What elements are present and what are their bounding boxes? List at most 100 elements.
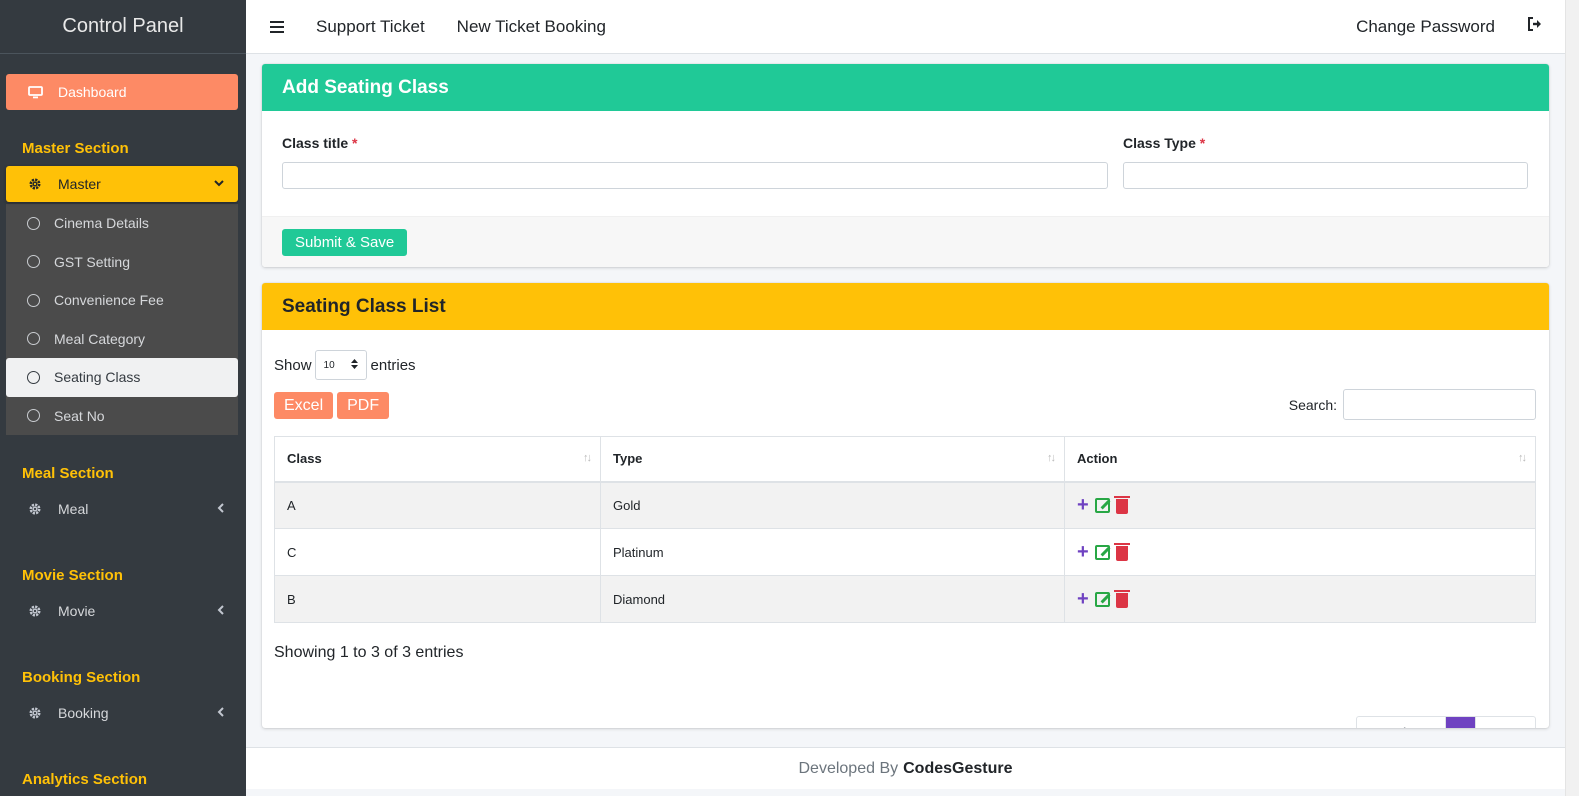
sidebar-item-cinema-details[interactable]: Cinema Details bbox=[6, 204, 238, 243]
plus-icon[interactable]: + bbox=[1077, 589, 1089, 609]
table-row: A Gold + bbox=[274, 481, 1536, 529]
sidebar-item-label: Movie bbox=[58, 603, 96, 619]
gear-icon bbox=[26, 706, 44, 720]
column-header-label: Type bbox=[613, 451, 643, 467]
section-heading-meal: Meal Section bbox=[22, 465, 114, 482]
monitor-icon bbox=[26, 85, 44, 99]
pagination: Previous 1 Next bbox=[1355, 716, 1536, 728]
trash-icon[interactable] bbox=[1113, 542, 1130, 561]
plus-icon[interactable]: + bbox=[1077, 495, 1089, 515]
row-actions: + bbox=[1077, 589, 1523, 609]
class-type-input[interactable] bbox=[1123, 162, 1528, 189]
sidebar-item-label: Meal bbox=[58, 501, 89, 517]
class-title-label: Class title * bbox=[282, 135, 1108, 151]
previous-page-button[interactable]: Previous bbox=[1357, 717, 1447, 728]
sort-icon: ↑↓ bbox=[1518, 452, 1527, 464]
section-heading-analytics: Analytics Section bbox=[22, 771, 148, 788]
circle-icon bbox=[27, 409, 40, 423]
sort-icon: ↑↓ bbox=[583, 452, 592, 464]
hamburger-menu-icon[interactable] bbox=[270, 20, 284, 33]
table-search: Search: bbox=[1289, 389, 1536, 420]
change-password-link[interactable]: Change Password bbox=[1356, 17, 1495, 37]
column-header-type[interactable]: Type ↑↓ bbox=[600, 436, 1065, 483]
form-footer: Submit & Save bbox=[262, 216, 1549, 267]
sidebar-nav: Dashboard Master Section Master Cinema D… bbox=[0, 54, 246, 788]
column-header-action[interactable]: Action ↑↓ bbox=[1064, 436, 1536, 483]
class-type-group: Class Type * bbox=[1123, 135, 1528, 189]
sidebar-item-label: Master bbox=[58, 176, 101, 192]
circle-icon bbox=[27, 255, 40, 269]
sidebar-item-label: Meal Category bbox=[54, 330, 146, 347]
chevron-left-icon bbox=[217, 502, 224, 516]
sidebar-item-meal-category[interactable]: Meal Category bbox=[6, 320, 238, 359]
pdf-export-button[interactable]: PDF bbox=[337, 392, 390, 419]
sidebar-item-booking[interactable]: Booking bbox=[6, 695, 238, 731]
search-input[interactable] bbox=[1343, 389, 1536, 420]
entries-label: entries bbox=[370, 356, 416, 374]
circle-icon bbox=[27, 293, 40, 307]
edit-icon[interactable] bbox=[1094, 497, 1110, 513]
new-ticket-booking-link[interactable]: New Ticket Booking bbox=[457, 17, 606, 37]
next-page-button[interactable]: Next bbox=[1475, 717, 1535, 728]
seating-class-list-title: Seating Class List bbox=[262, 283, 1549, 330]
cell-actions: + bbox=[1064, 575, 1536, 623]
cell-type: Platinum bbox=[600, 528, 1065, 576]
master-submenu: Cinema Details GST Setting Convenience F… bbox=[6, 204, 238, 435]
sidebar-item-label: Seat No bbox=[54, 407, 105, 424]
required-mark: * bbox=[1199, 135, 1206, 151]
gear-icon bbox=[26, 502, 44, 516]
section-heading-movie: Movie Section bbox=[22, 567, 123, 584]
sidebar-item-seat-no[interactable]: Seat No bbox=[6, 397, 238, 436]
class-title-input[interactable] bbox=[282, 162, 1108, 189]
required-mark: * bbox=[352, 135, 358, 151]
column-header-label: Class bbox=[287, 451, 322, 467]
seating-class-table: Class ↑↓ Type ↑↓ Action ↑↓ A Gold + C Plati… bbox=[274, 436, 1536, 623]
sidebar-item-dashboard[interactable]: Dashboard bbox=[6, 74, 238, 110]
footer-company[interactable]: CodesGesture bbox=[903, 760, 1012, 778]
sidebar-item-label: Booking bbox=[58, 705, 109, 721]
page-scrollbar[interactable] bbox=[1565, 0, 1579, 796]
sidebar-item-gst-setting[interactable]: GST Setting bbox=[6, 243, 238, 282]
sidebar: Control Panel Dashboard Master Section M… bbox=[0, 0, 246, 796]
trash-icon[interactable] bbox=[1113, 589, 1130, 608]
page-button-1[interactable]: 1 bbox=[1446, 717, 1476, 728]
sidebar-item-convenience-fee[interactable]: Convenience Fee bbox=[6, 281, 238, 320]
top-right-nav: Change Password bbox=[1356, 17, 1565, 37]
cell-class: B bbox=[274, 575, 601, 623]
seating-class-list-card: Seating Class List Show 10 entries Excel… bbox=[262, 283, 1549, 728]
add-seating-class-title: Add Seating Class bbox=[262, 64, 1549, 111]
sidebar-item-movie[interactable]: Movie bbox=[6, 593, 238, 629]
sidebar-item-meal[interactable]: Meal bbox=[6, 491, 238, 527]
top-navbar: Support Ticket New Ticket Booking Change… bbox=[246, 0, 1565, 54]
add-seating-class-card: Add Seating Class Class title * Class Ty… bbox=[262, 64, 1549, 267]
edit-icon[interactable] bbox=[1094, 591, 1110, 607]
entries-select-value: 10 bbox=[323, 359, 335, 371]
class-title-group: Class title * bbox=[282, 135, 1108, 189]
trash-icon[interactable] bbox=[1113, 495, 1130, 514]
brand-title[interactable]: Control Panel bbox=[0, 0, 246, 54]
sign-out-icon[interactable] bbox=[1527, 17, 1543, 36]
column-header-class[interactable]: Class ↑↓ bbox=[274, 436, 601, 483]
sidebar-item-seating-class[interactable]: Seating Class bbox=[6, 358, 238, 397]
cell-actions: + bbox=[1064, 528, 1536, 576]
form-row: Class title * Class Type * bbox=[262, 111, 1549, 189]
row-actions: + bbox=[1077, 495, 1523, 515]
table-info: Showing 1 to 3 of 3 entries bbox=[274, 644, 464, 661]
sidebar-item-label: Dashboard bbox=[58, 84, 127, 100]
sidebar-item-master[interactable]: Master bbox=[6, 166, 238, 202]
submit-save-button[interactable]: Submit & Save bbox=[282, 228, 408, 256]
plus-icon[interactable]: + bbox=[1077, 542, 1089, 562]
sidebar-item-label: Seating Class bbox=[54, 369, 141, 386]
cell-class: C bbox=[274, 528, 601, 576]
column-header-label: Action bbox=[1077, 451, 1118, 467]
edit-icon[interactable] bbox=[1094, 544, 1110, 560]
sidebar-item-label: Cinema Details bbox=[54, 215, 149, 232]
sidebar-item-label: Convenience Fee bbox=[54, 292, 164, 309]
circle-icon bbox=[27, 216, 40, 230]
entries-select[interactable]: 10 bbox=[314, 350, 367, 380]
support-ticket-link[interactable]: Support Ticket bbox=[316, 17, 425, 37]
table-row: B Diamond + bbox=[274, 575, 1536, 623]
cell-class: A bbox=[274, 481, 601, 529]
sort-icon: ↑↓ bbox=[1047, 452, 1056, 464]
excel-export-button[interactable]: Excel bbox=[274, 392, 334, 419]
